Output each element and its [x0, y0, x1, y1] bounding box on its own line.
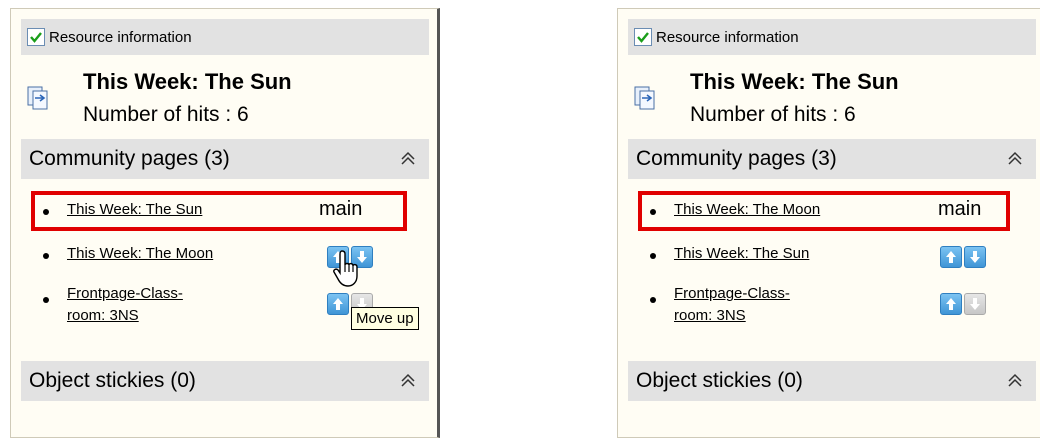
- page-link[interactable]: This Week: The Sun: [674, 243, 809, 265]
- resource-icon: [634, 86, 655, 110]
- page-link[interactable]: This Week: The Moon: [67, 243, 213, 265]
- community-pages-list: This Week: The Sun main This Week: The M…: [21, 179, 429, 361]
- arrow-up-icon: [946, 298, 956, 310]
- move-down-button[interactable]: [964, 246, 986, 268]
- resource-panel-after: Resource information This Week: The Sun …: [617, 8, 1040, 438]
- move-up-button[interactable]: [940, 246, 962, 268]
- page-link[interactable]: Frontpage-Class- room: 3NS: [67, 283, 183, 327]
- collapse-icon[interactable]: [399, 150, 417, 168]
- bullet: [43, 209, 49, 215]
- resource-info-checkbox[interactable]: [27, 28, 45, 46]
- move-up-tooltip: Move up: [351, 307, 419, 330]
- resource-info-checkbox[interactable]: [634, 28, 652, 46]
- page-link[interactable]: This Week: The Sun: [67, 199, 202, 221]
- community-pages-header[interactable]: Community pages (3): [628, 139, 1036, 179]
- resource-icon: [27, 86, 48, 110]
- move-up-button[interactable]: [327, 293, 349, 315]
- resource-info-label: Resource information: [656, 28, 799, 46]
- resource-title: This Week: The Sun: [83, 69, 292, 94]
- hit-count: Number of hits : 6: [83, 103, 249, 126]
- hand-cursor-icon: [333, 250, 358, 287]
- bullet: [43, 253, 49, 259]
- object-stickies-label: Object stickies (0): [636, 369, 803, 392]
- resource-info-bar: Resource information: [628, 19, 1036, 55]
- page-link[interactable]: Frontpage-Class- room: 3NS: [674, 283, 790, 327]
- move-up-button[interactable]: [940, 293, 962, 315]
- resource-title: This Week: The Sun: [690, 69, 899, 94]
- community-pages-label: Community pages (3): [29, 147, 230, 170]
- main-tag: main: [319, 198, 363, 220]
- resource-header: This Week: The Sun Number of hits : 6: [21, 55, 429, 139]
- page-link[interactable]: This Week: The Moon: [674, 199, 820, 221]
- object-stickies-label: Object stickies (0): [29, 369, 196, 392]
- bullet: [43, 297, 49, 303]
- page-link-line1: Frontpage-Class-: [67, 285, 183, 302]
- arrow-down-icon: [970, 251, 980, 263]
- object-stickies-header[interactable]: Object stickies (0): [21, 361, 429, 401]
- resource-header: This Week: The Sun Number of hits : 6: [628, 55, 1036, 139]
- bullet: [650, 209, 656, 215]
- resource-info-bar: Resource information: [21, 19, 429, 55]
- page-link-line2: room: 3NS: [674, 307, 746, 324]
- arrow-up-icon: [333, 298, 343, 310]
- collapse-icon[interactable]: [1006, 150, 1024, 168]
- resource-panel-before: Resource information This Week: The Sun …: [10, 8, 440, 438]
- main-tag: main: [938, 198, 982, 220]
- move-down-button-disabled: [964, 293, 986, 315]
- resource-info-label: Resource information: [49, 28, 192, 46]
- community-pages-header[interactable]: Community pages (3): [21, 139, 429, 179]
- collapse-icon[interactable]: [399, 372, 417, 390]
- object-stickies-header[interactable]: Object stickies (0): [628, 361, 1036, 401]
- community-pages-list: This Week: The Moon main This Week: The …: [628, 179, 1036, 361]
- bullet: [650, 253, 656, 259]
- collapse-icon[interactable]: [1006, 372, 1024, 390]
- community-pages-label: Community pages (3): [636, 147, 837, 170]
- arrow-up-icon: [946, 251, 956, 263]
- hit-count: Number of hits : 6: [690, 103, 856, 126]
- arrow-down-icon: [970, 298, 980, 310]
- page-link-line1: Frontpage-Class-: [674, 285, 790, 302]
- bullet: [650, 297, 656, 303]
- page-link-line2: room: 3NS: [67, 307, 139, 324]
